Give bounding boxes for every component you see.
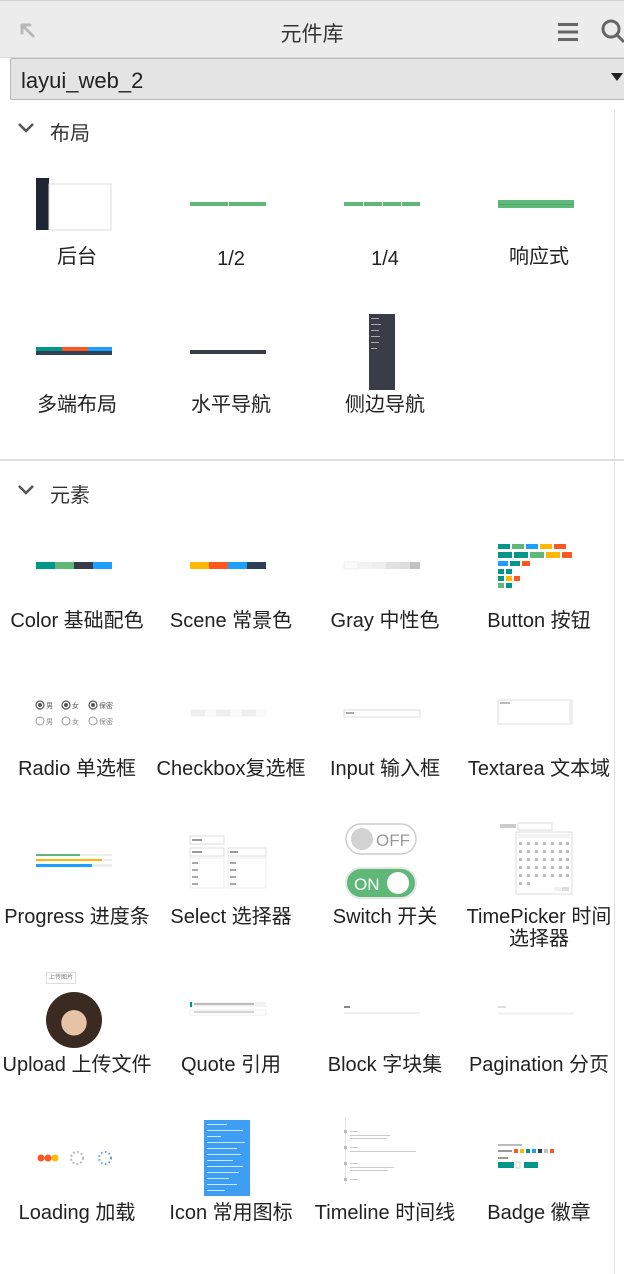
dropdown-caret-icon bbox=[611, 73, 623, 81]
widget-thumbnail bbox=[154, 678, 308, 758]
widget-label: Radio 单选框 bbox=[18, 758, 136, 780]
avatar bbox=[46, 992, 102, 1048]
widget-thumbnail bbox=[308, 968, 462, 1048]
widget-label: Select 选择器 bbox=[170, 906, 292, 928]
widget-label: Input 输入框 bbox=[329, 758, 441, 780]
panel-header: 元件库 bbox=[0, 0, 624, 58]
widget-thumbnail bbox=[154, 968, 308, 1048]
widget-thumbnail bbox=[308, 530, 462, 610]
widget-thumbnail bbox=[308, 1116, 462, 1196]
library-select[interactable]: layui_web_2 bbox=[10, 58, 624, 100]
widget-thumbnail bbox=[462, 820, 616, 900]
menu-icon[interactable] bbox=[557, 21, 579, 43]
widget-label: 后台 bbox=[57, 246, 97, 268]
widget-label: Icon 常用图标 bbox=[169, 1202, 293, 1224]
widget-label: Progress 进度条 bbox=[4, 906, 150, 928]
widget-label: Badge 徽章 bbox=[487, 1202, 591, 1224]
widget-label: 1/2 bbox=[217, 248, 245, 270]
search-icon[interactable] bbox=[600, 18, 624, 44]
widget-thumbnail bbox=[462, 530, 616, 610]
widget-thumbnail bbox=[308, 310, 462, 390]
widget-thumbnail bbox=[308, 678, 462, 758]
widget-thumbnail bbox=[0, 1116, 154, 1196]
widget-label: 多端布局 bbox=[37, 394, 117, 416]
widget-thumbnail bbox=[308, 170, 462, 250]
widget-thumbnail bbox=[154, 310, 308, 390]
widget-label: Button 按钮 bbox=[487, 610, 591, 632]
widget-thumbnail bbox=[462, 1116, 616, 1196]
chevron-down-icon bbox=[18, 485, 34, 495]
widget-label: 水平导航 bbox=[191, 394, 271, 416]
widget-thumbnail bbox=[0, 170, 154, 250]
widget-label: TimePicker 时间选择器 bbox=[466, 906, 612, 950]
widget-label: Block 字块集 bbox=[327, 1054, 443, 1076]
section-label: 布局 bbox=[50, 123, 90, 145]
widget-label: Scene 常景色 bbox=[169, 610, 293, 632]
chevron-down-icon bbox=[18, 123, 34, 133]
radio-label: 保密 bbox=[99, 701, 113, 710]
radio-label: 女 bbox=[72, 717, 79, 726]
widget-label: 侧边导航 bbox=[345, 394, 425, 416]
upload-button: 上传图片 bbox=[46, 972, 76, 984]
radio-label: 男 bbox=[46, 718, 53, 726]
widget-thumbnail bbox=[0, 820, 154, 900]
widget-thumbnail bbox=[462, 678, 616, 758]
widget-label: Loading 加载 bbox=[18, 1202, 136, 1224]
widget-label: Timeline 时间线 bbox=[314, 1202, 456, 1224]
widget-thumbnail bbox=[0, 530, 154, 610]
section-header-layout[interactable]: 布局 bbox=[0, 112, 624, 148]
widget-thumbnail bbox=[0, 310, 154, 390]
widget-thumbnail bbox=[154, 530, 308, 610]
section-label: 元素 bbox=[50, 485, 90, 507]
radio-label: 保密 bbox=[99, 717, 113, 726]
widget-label: 1/4 bbox=[371, 248, 399, 270]
widget-label: Checkbox复选框 bbox=[156, 758, 306, 780]
section-header-elements[interactable]: 元素 bbox=[0, 474, 624, 510]
widget-label: Color 基础配色 bbox=[10, 610, 144, 632]
widget-label: Upload 上传文件 bbox=[2, 1054, 152, 1076]
widget-thumbnail: 上传图片 bbox=[0, 968, 154, 1050]
widget-thumbnail bbox=[462, 968, 616, 1048]
widget-label: Quote 引用 bbox=[180, 1054, 282, 1076]
widget-label: Textarea 文本域 bbox=[467, 758, 611, 780]
widget-label: Gray 中性色 bbox=[330, 610, 440, 632]
widget-label: Switch 开关 bbox=[332, 906, 438, 928]
library-select-value: layui_web_2 bbox=[21, 68, 144, 93]
switch-on-text: ON bbox=[354, 875, 380, 894]
widget-thumbnail bbox=[462, 170, 616, 250]
widget-label: Pagination 分页 bbox=[468, 1054, 610, 1076]
section-divider bbox=[0, 459, 624, 461]
switch-off-text: OFF bbox=[376, 831, 410, 850]
widget-thumbnail bbox=[154, 170, 308, 250]
widget-thumbnail: 男 女 保密 男 女 保密 bbox=[0, 678, 154, 758]
radio-label: 女 bbox=[72, 701, 79, 710]
widget-thumbnail bbox=[154, 1116, 308, 1196]
widget-thumbnail: OFF ON bbox=[308, 820, 462, 900]
widget-label: 响应式 bbox=[509, 246, 569, 268]
radio-label: 男 bbox=[46, 702, 53, 710]
panel-title: 元件库 bbox=[280, 23, 344, 46]
widget-thumbnail bbox=[154, 820, 308, 900]
